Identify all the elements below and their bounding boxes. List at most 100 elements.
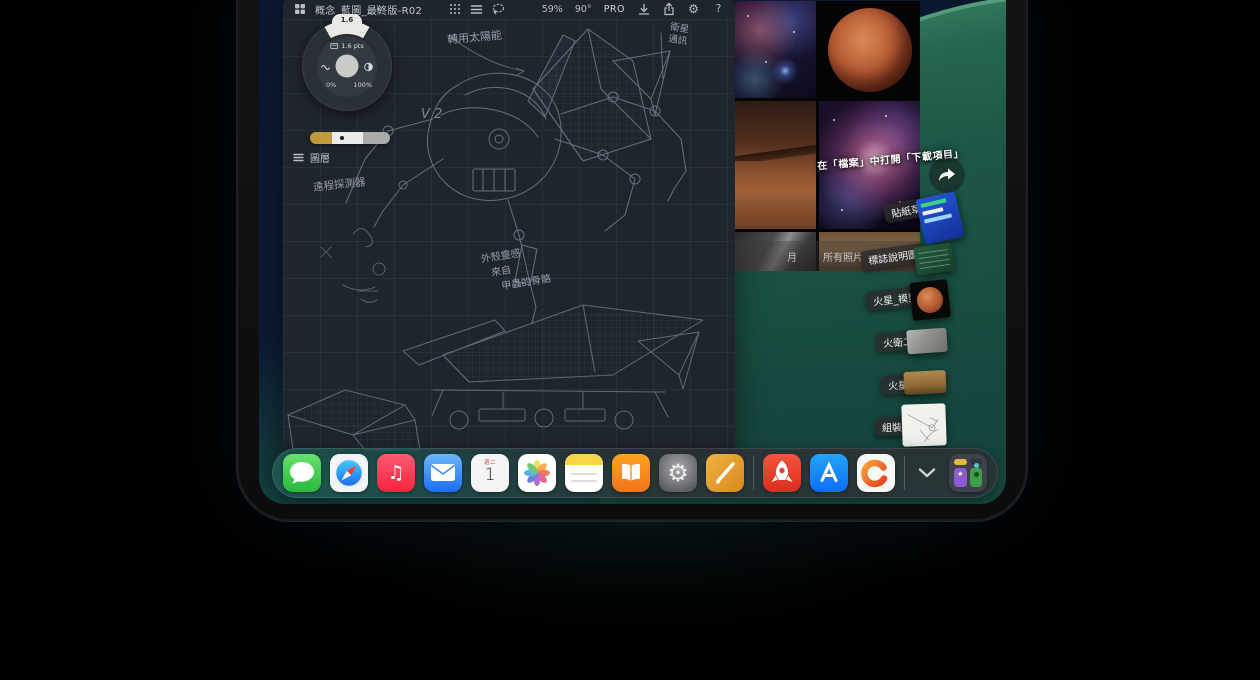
settings-gear-glyph: ⚙ [667, 461, 689, 485]
tool-wheel-size-tab[interactable]: 1.6 [332, 14, 362, 30]
rocket-icon [763, 454, 801, 492]
dock-icon-calendar[interactable]: 週二 1 [471, 454, 509, 492]
dock-icon-c-app[interactable] [857, 454, 895, 492]
menu-lines-icon[interactable] [470, 3, 483, 16]
photo-nebula[interactable] [735, 1, 816, 98]
drag-thumb-deimos[interactable] [906, 328, 948, 355]
share-icon[interactable] [662, 3, 675, 16]
layers-label: 圖層 [310, 150, 330, 165]
pro-badge[interactable]: PRO [604, 4, 625, 15]
dock-icon-safari[interactable] [330, 454, 368, 492]
zoom-level[interactable]: 59% [542, 4, 563, 15]
forward-arrow-icon [937, 167, 957, 183]
notes-line [571, 473, 597, 475]
notes-yellow-band [565, 454, 603, 465]
dock-icon-notes[interactable] [565, 454, 603, 492]
star-dot [841, 209, 843, 211]
dock-icon-sketch-app[interactable] [706, 454, 744, 492]
opacity-icon [364, 57, 373, 76]
dock-icon-rocket-app[interactable] [763, 454, 801, 492]
device-reflection [300, 520, 980, 640]
mars-model-sphere [916, 286, 945, 315]
dock-icon-music[interactable]: ♫ [377, 454, 415, 492]
settings-gear-icon[interactable]: ⚙ [687, 3, 700, 16]
sticker-text-bar [922, 207, 943, 216]
app-library-mini-icon [970, 459, 983, 465]
toolbar-right-group: 59% 90° PRO ⚙ ? [542, 3, 725, 16]
tool-wheel[interactable]: 1.6 1.6 pts [302, 21, 392, 111]
star-dot [793, 31, 795, 33]
selected-color-dot [340, 136, 344, 140]
photo-mars-surface[interactable] [735, 101, 816, 229]
sticker-text-bar [924, 213, 952, 223]
layers-icon [293, 153, 304, 162]
dock-collapse-button[interactable] [914, 454, 940, 492]
chevron-down-icon [918, 467, 936, 479]
drawing-app-window: 概念_藍圖_最終版-R02 59% 90° PRO [283, 0, 735, 451]
help-icon[interactable]: ? [712, 3, 725, 16]
opacity-min-label: 0% [326, 81, 336, 89]
app-library-mini-icon [970, 468, 983, 487]
document-title[interactable]: 概念_藍圖_最終版-R02 [315, 2, 422, 17]
card-icon [330, 43, 338, 49]
app-store-a-icon [810, 454, 848, 492]
drag-thumb-mars-model[interactable] [909, 279, 951, 321]
photos-panel: 月 所有照片 [735, 1, 920, 271]
dock-icon-photos[interactable] [518, 454, 556, 492]
ipad-device-frame: 概念_藍圖_最終版-R02 59% 90° PRO [236, 0, 1028, 522]
dock: ♫ 週二 1 [272, 448, 998, 498]
mars-globe [828, 8, 912, 92]
star-dot [833, 119, 835, 121]
tab-month[interactable]: 月 [787, 249, 797, 264]
tab-all-photos[interactable]: 所有照片 [823, 249, 863, 264]
dock-icon-books[interactable] [612, 454, 650, 492]
color-strip[interactable] [310, 132, 390, 144]
safari-compass-icon [330, 454, 368, 492]
stage: 概念_藍圖_最終版-R02 59% 90° PRO [0, 0, 1260, 680]
dock-divider [753, 456, 754, 490]
notes-line [571, 480, 597, 482]
drag-thumb-assembly[interactable] [901, 403, 946, 447]
messages-bubble-icon [283, 454, 321, 492]
opacity-max-label: 100% [353, 81, 372, 89]
lasso-icon[interactable] [492, 3, 505, 16]
color-swatch-gold[interactable] [310, 132, 332, 144]
star-dot [747, 15, 749, 17]
ipad-screen: 概念_藍圖_最終版-R02 59% 90° PRO [259, 0, 1006, 504]
photo-mars-globe[interactable] [819, 1, 920, 98]
dock-icon-messages[interactable] [283, 454, 321, 492]
forward-arrow-button[interactable] [929, 157, 965, 193]
brush-size-readout: 1.6 pts [330, 42, 363, 50]
calendar-day: 1 [485, 467, 496, 484]
app-library-mini-icon: ★ [954, 468, 967, 487]
c-swirl-icon [857, 454, 895, 492]
apps-grid-icon[interactable] [293, 3, 306, 16]
music-note-icon: ♫ [387, 464, 404, 483]
mail-envelope-icon [430, 463, 456, 483]
dock-icon-app-library[interactable]: ★ [949, 454, 987, 492]
dock-icon-mail[interactable] [424, 454, 462, 492]
drag-thumb-mars[interactable] [903, 370, 946, 395]
books-open-book-icon [618, 462, 644, 484]
dock-divider [904, 456, 905, 490]
pen-icon [706, 454, 744, 492]
import-icon[interactable] [637, 3, 650, 16]
tool-wheel-knob[interactable] [336, 55, 359, 78]
photos-flower-icon [521, 457, 553, 489]
color-swatch-gray[interactable] [363, 132, 390, 144]
color-swatch-white[interactable] [332, 132, 362, 144]
dock-icon-app-store[interactable] [810, 454, 848, 492]
note-version: V 2 [421, 107, 442, 122]
rotation-value[interactable]: 90° [575, 4, 592, 15]
dot-grid-icon[interactable] [448, 3, 461, 16]
smoothing-icon [321, 57, 330, 76]
note-satellite: 衛星 通訊 [667, 22, 689, 48]
flag-icon: ⚐ [375, 5, 383, 15]
dock-icon-settings[interactable]: ⚙ [659, 454, 697, 492]
drag-thumb-green-diagram[interactable] [913, 242, 955, 275]
tool-wheel-disk[interactable]: 1.6 pts 0% 100% [315, 34, 379, 98]
layers-button[interactable]: 圖層 [293, 150, 330, 165]
star-dot [885, 115, 887, 117]
app-library-mini-icon [954, 459, 967, 465]
star-dot [765, 61, 767, 63]
